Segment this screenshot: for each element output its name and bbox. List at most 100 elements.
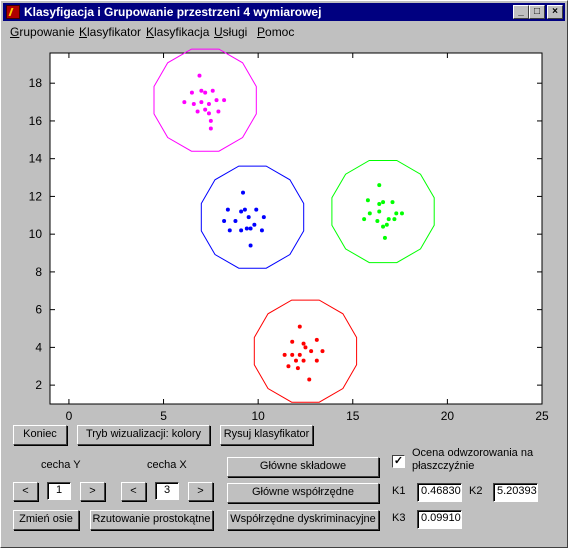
rysuj-klasyfikator-button[interactable]: Rysuj klasyfikator — [220, 425, 313, 445]
k1-label: K1 — [392, 485, 406, 497]
ocena-label-line1: Ocena odwzorowania na — [412, 447, 534, 459]
plot-background — [49, 52, 543, 405]
data-point — [384, 222, 389, 227]
koniec-button[interactable]: Koniec — [13, 425, 67, 445]
data-point — [390, 200, 395, 205]
data-point — [208, 126, 213, 131]
cecha-y-field[interactable]: 1 — [47, 482, 71, 500]
cecha-x-field[interactable]: 3 — [155, 482, 179, 500]
y-tick-label: 4 — [35, 340, 42, 354]
data-point — [295, 366, 300, 371]
data-point — [297, 352, 302, 357]
data-point — [199, 88, 204, 93]
data-point — [239, 209, 244, 214]
data-point — [365, 198, 370, 203]
data-point — [189, 90, 194, 95]
menu-klasyfikacja[interactable]: Klasyfikacja — [146, 25, 209, 39]
rzutowanie-prostokatne-button[interactable]: Rzutowanie prostokątne — [90, 510, 213, 530]
data-point — [362, 217, 367, 222]
k1-field[interactable]: 0.46830 — [417, 483, 462, 502]
cecha-y-prev-button[interactable]: < — [13, 482, 38, 501]
data-point — [301, 358, 306, 363]
cecha-x-next-button[interactable]: > — [188, 482, 213, 501]
x-tick-label: 15 — [346, 409, 360, 423]
x-tick-label: 5 — [160, 409, 167, 423]
data-point — [203, 107, 208, 112]
cecha-x-label: cecha X — [147, 459, 187, 471]
minimize-button[interactable]: _ — [513, 5, 529, 19]
x-tick-label: 25 — [535, 409, 549, 423]
data-point — [290, 339, 295, 344]
maximize-button[interactable]: □ — [529, 5, 545, 19]
menu-grupowanie[interactable]: Grupowanie — [10, 25, 75, 39]
data-point — [377, 201, 382, 206]
cecha-y-label: cecha Y — [41, 459, 81, 471]
y-tick-label: 10 — [29, 227, 43, 241]
data-point — [197, 73, 202, 78]
ocena-label-line2: płaszczyźnie — [412, 460, 475, 472]
data-point — [282, 352, 287, 357]
scatter-plot[interactable]: 0 5 10 15 20 25 2 4 6 8 10 12 14 16 18 — [1, 41, 567, 426]
data-point — [248, 226, 253, 231]
data-point — [377, 209, 382, 214]
data-point — [399, 211, 404, 216]
y-tick-label: 14 — [29, 152, 43, 166]
data-point — [252, 222, 257, 227]
data-point — [248, 243, 253, 248]
tryb-wizualizacji-button[interactable]: Tryb wizualizacji: kolory — [77, 425, 210, 445]
data-point — [216, 109, 221, 114]
data-point — [210, 88, 215, 93]
data-point — [301, 341, 306, 346]
x-tick-label: 10 — [251, 409, 265, 423]
data-point — [222, 218, 227, 223]
cecha-y-next-button[interactable]: > — [80, 482, 105, 501]
data-point — [382, 235, 387, 240]
data-point — [375, 218, 380, 223]
x-tick-label: 0 — [66, 409, 73, 423]
data-point — [233, 218, 238, 223]
k3-field[interactable]: 0.09910 — [417, 510, 462, 529]
data-point — [381, 224, 386, 229]
matlab-app-icon[interactable] — [6, 5, 20, 19]
title-bar[interactable]: Klasyfigacja i Grupowanie przestrzeni 4 … — [3, 3, 565, 21]
data-point — [191, 101, 196, 106]
data-point — [377, 183, 382, 188]
y-tick-label: 18 — [29, 76, 43, 90]
close-button[interactable]: × — [547, 5, 563, 19]
window-title: Klasyfigacja i Grupowanie przestrzeni 4 … — [24, 5, 322, 19]
data-point — [254, 207, 259, 212]
k2-field[interactable]: 5.20393 — [493, 483, 538, 502]
x-tick-label: 20 — [441, 409, 455, 423]
y-tick-label: 16 — [29, 114, 43, 128]
data-point — [294, 358, 298, 363]
y-tick-label: 8 — [35, 265, 42, 279]
data-point — [394, 211, 399, 216]
data-point — [208, 118, 213, 123]
menu-uslugi[interactable]: Usługi — [214, 25, 247, 39]
data-point — [386, 217, 391, 222]
k2-label: K2 — [469, 485, 483, 497]
menu-pomoc[interactable]: Pomoc — [257, 25, 294, 39]
ocena-checkbox[interactable]: ✓ — [392, 455, 405, 468]
data-point — [259, 228, 264, 233]
menu-klasyfikator[interactable]: Klasyfikator — [79, 25, 141, 39]
main-window: Klasyfigacja i Grupowanie przestrzeni 4 … — [0, 0, 568, 548]
data-point — [297, 324, 302, 329]
wspolrzedne-dyskriminacyjne-button[interactable]: Współrzędne dyskriminacyjne — [227, 510, 379, 530]
zmien-osie-button[interactable]: Zmień osie — [13, 510, 79, 530]
data-point — [307, 377, 312, 382]
data-point — [242, 207, 247, 212]
glowne-wspolrzedne-button[interactable]: Główne współrzędne — [227, 483, 379, 503]
data-point — [309, 349, 314, 354]
glowne-skladowe-button[interactable]: Główne składowe — [227, 457, 379, 477]
data-point — [241, 190, 246, 195]
data-point — [195, 109, 200, 114]
menu-bar: Grupowanie Klasyfikator Klasyfikacja Usł… — [3, 22, 565, 42]
cecha-x-prev-button[interactable]: < — [121, 482, 146, 501]
data-point — [314, 337, 319, 342]
k3-label: K3 — [392, 512, 406, 524]
data-point — [290, 352, 295, 357]
data-point — [199, 100, 204, 105]
data-point — [244, 226, 249, 231]
y-tick-label: 12 — [29, 189, 43, 203]
